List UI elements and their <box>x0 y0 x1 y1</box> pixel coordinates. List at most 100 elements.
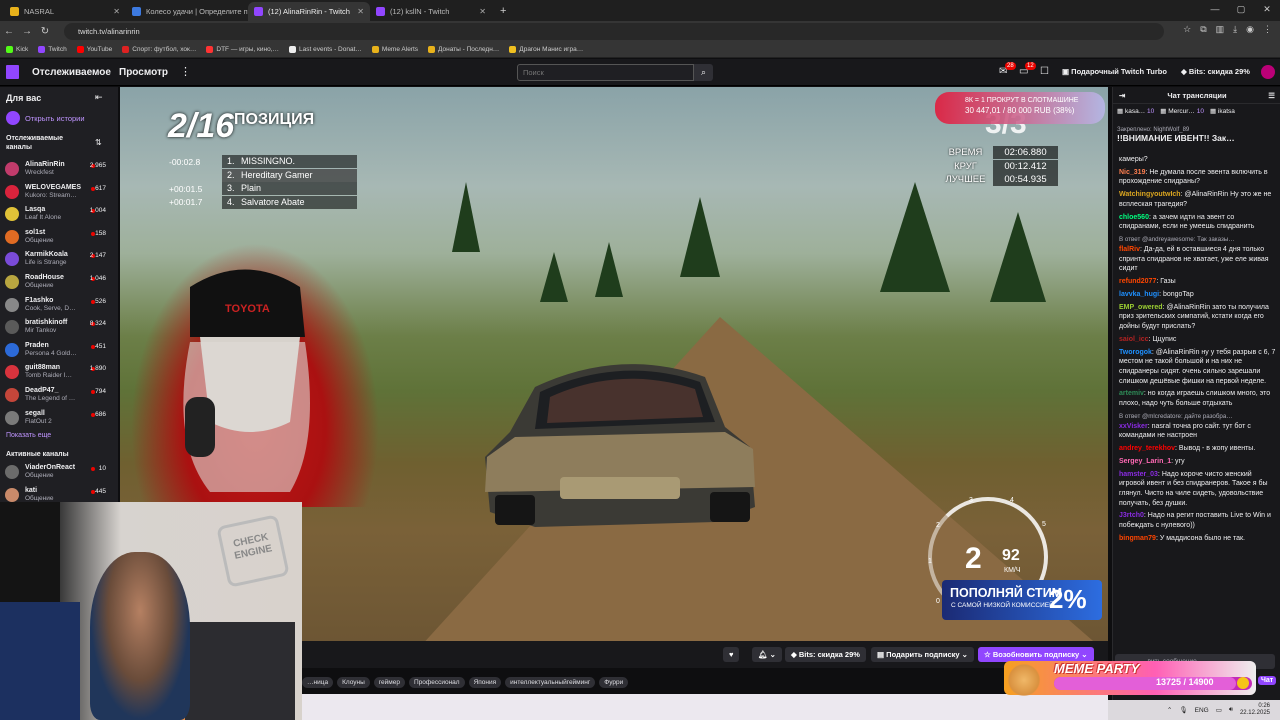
sidebar-channel[interactable]: bratishkinoff Mir Tankov 8 324 <box>5 318 111 340</box>
sidepanel-icon[interactable]: ▥ <box>1216 24 1225 35</box>
gift-turbo-button[interactable]: ▣ Подарочный Twitch Turbo <box>1062 67 1167 76</box>
sidebar-channel[interactable]: KarmikKoala Life is Strange 2 147 <box>5 250 111 272</box>
chat-username[interactable]: WatchingyoutwIch <box>1119 191 1181 198</box>
open-stories-button[interactable]: Открыть истории <box>6 111 85 125</box>
show-more-link[interactable]: Показать еще <box>6 432 51 439</box>
user-avatar[interactable] <box>1261 65 1275 79</box>
browser-tab-2[interactable]: (12) AlinaRinRin - Twitch ✕ <box>248 2 370 21</box>
chat-username[interactable]: lavvka_hugi <box>1119 291 1159 298</box>
sidebar-channel[interactable]: guit88man Tomb Raider I… 1 890 <box>5 363 111 385</box>
bookmark-item[interactable]: YouTube <box>76 46 112 53</box>
minimize-icon[interactable]: — <box>1202 0 1228 21</box>
chat-message[interactable]: chloe560: а зачем идти на эвент со спидр… <box>1119 213 1277 232</box>
back-icon[interactable]: ← <box>0 26 18 37</box>
search-input[interactable] <box>517 64 694 81</box>
chat-message[interactable]: В ответ @andreyawesome: Так заказы… flalR… <box>1119 235 1277 273</box>
resubscribe-button[interactable]: ☆ Возобновить подписку ⌄ <box>978 647 1094 662</box>
chat-message[interactable]: andrey_terekhov: Вывод - в жопу ивенты. <box>1119 444 1277 454</box>
chat-username[interactable]: xxVisker <box>1119 423 1148 430</box>
bookmark-item[interactable]: Драгон Манис игра… <box>509 46 583 53</box>
nav-following[interactable]: Отслеживаемое <box>32 67 111 78</box>
volume-icon[interactable]: 🔊︎ <box>1229 706 1233 714</box>
chat-message[interactable]: hamster_03: Надо короче чисто женский иг… <box>1119 470 1277 508</box>
tab-close-icon[interactable]: ✕ <box>479 7 486 16</box>
stream-tag[interactable]: Япония <box>468 676 502 688</box>
gift-sub-button[interactable]: ▤ Подарить подписку ⌄ <box>871 647 974 662</box>
tab-close-icon[interactable]: ✕ <box>113 7 120 16</box>
collapse-sidebar-icon[interactable]: ⇤ <box>95 92 103 103</box>
collapse-chat-icon[interactable]: ⇥ <box>1119 87 1125 104</box>
bookmark-item[interactable]: Meme Alerts <box>371 46 418 53</box>
sidebar-channel[interactable]: segall FlatOut 2 686 <box>5 409 111 431</box>
language-indicator[interactable]: ENG <box>1195 707 1209 714</box>
tab-close-icon[interactable]: ✕ <box>357 7 364 16</box>
bookmark-item[interactable]: Спорт: футбол, хок… <box>122 46 196 53</box>
get-bits-button[interactable]: ◆ Bits: скидка 29% <box>1181 67 1250 76</box>
browser-tab-1[interactable]: Колесо удачи | Определите п…✕ <box>126 2 248 21</box>
profile-icon[interactable]: ◉ <box>1246 24 1254 35</box>
chat-message[interactable]: lavvka_hugi: bongoTap <box>1119 290 1277 300</box>
chat-username[interactable]: saiol_icc <box>1119 336 1149 343</box>
gifter-item[interactable]: ▦ ikatsa <box>1210 107 1235 115</box>
stream-tag[interactable]: Клоуны <box>337 676 370 688</box>
new-tab-button[interactable]: + <box>492 2 514 21</box>
chat-message[interactable]: Tworogok: @AlinaRinRin ну у тебя разрыв … <box>1119 348 1277 386</box>
chat-message[interactable]: refund2077: Газы <box>1119 277 1277 287</box>
twitch-logo-icon[interactable] <box>6 65 19 79</box>
sidebar-active-channel[interactable]: ViaderOnReact Общение 10 <box>5 463 111 485</box>
browser-tab-3[interactable]: (12) ksllN - Twitch ✕ <box>370 2 492 21</box>
stream-tag[interactable]: геймер <box>373 676 405 688</box>
reload-icon[interactable]: ↻ <box>36 26 54 37</box>
chat-username[interactable]: hamster_03 <box>1119 471 1158 478</box>
chat-message[interactable]: Sergey_Larin_1: угу <box>1119 457 1277 467</box>
bits-discount-button[interactable]: ◆ Bits: скидка 29% <box>785 647 866 662</box>
maximize-icon[interactable]: ▢ <box>1228 0 1254 21</box>
mic-icon[interactable]: 🎙︎ <box>1179 706 1187 714</box>
chat-username[interactable]: flalRiv <box>1119 246 1140 253</box>
close-window-icon[interactable]: ✕ <box>1254 0 1280 21</box>
bookmark-star-icon[interactable]: ☆ <box>1183 24 1191 35</box>
forward-icon[interactable]: → <box>18 26 36 37</box>
sidebar-channel[interactable]: Lasqa Leaf It Alone 1 004 <box>5 205 111 227</box>
extensions-icon[interactable]: ⧉ <box>1200 24 1206 35</box>
chat-users-icon[interactable]: ☰ <box>1268 87 1275 104</box>
chat-username[interactable]: artemiv <box>1119 390 1144 397</box>
chat-message[interactable]: saiol_icc: Ццупис <box>1119 335 1277 345</box>
sidebar-channel[interactable]: F1ashko Cook, Serve, D… 526 <box>5 296 111 318</box>
stream-tag[interactable]: Фурри <box>599 676 629 688</box>
bookmark-item[interactable]: DTF — игры, кино,… <box>206 46 279 53</box>
sidebar-channel[interactable]: DeadP47_ The Legend of … 794 <box>5 386 111 408</box>
follow-heart-button[interactable]: ♥ <box>723 647 740 662</box>
browser-tab-0[interactable]: NASRAL ✕ <box>4 2 126 21</box>
chat-message[interactable]: EMP_owered: @AlinaRinRin зато ты получил… <box>1119 303 1277 332</box>
sidebar-channel[interactable]: Praden Persona 4 Gold… 451 <box>5 341 111 363</box>
chat-send-button[interactable]: Чат <box>1258 676 1277 685</box>
chat-message[interactable]: artemiv: но когда играешь слишком много,… <box>1119 389 1277 408</box>
chat-message[interactable]: камеры? <box>1119 155 1277 165</box>
chat-message[interactable]: Nic_319: Не думала после эвента включить… <box>1119 168 1277 187</box>
whispers-icon[interactable]: ☐ <box>1040 66 1049 77</box>
chat-message[interactable]: bingman79: У маддисона было не так. <box>1119 534 1277 544</box>
chat-username[interactable]: bingman79 <box>1119 535 1156 542</box>
pinned-message[interactable]: Закреплено: NightWolf_89 !!ВНИМАНИЕ ИВЕН… <box>1117 127 1277 157</box>
stream-tag[interactable]: …ница <box>302 676 334 688</box>
chat-username[interactable]: Sergey_Larin_1 <box>1119 458 1171 465</box>
browser-menu-icon[interactable]: ⋮ <box>1263 24 1272 35</box>
download-icon[interactable]: ⤓ <box>1233 24 1237 35</box>
search-icon[interactable]: ⌕ <box>694 64 713 81</box>
chat-username[interactable]: J3rtch0 <box>1119 512 1144 519</box>
bookmark-item[interactable]: Донаты - Последн… <box>428 46 499 53</box>
tray-chevron-icon[interactable]: ⌃ <box>1167 706 1172 714</box>
bookmark-item[interactable]: Last events - Donat… <box>289 46 362 53</box>
nav-browse[interactable]: Просмотр <box>119 67 168 78</box>
chat-username[interactable]: andrey_terekhov <box>1119 445 1175 452</box>
stream-tag[interactable]: Профессионал <box>408 676 465 688</box>
sidebar-channel[interactable]: sol1st Общение 158 <box>5 228 111 250</box>
gifter-item[interactable]: ▦ Mercur… 10 <box>1160 107 1204 115</box>
nav-more-icon[interactable]: ⋮ <box>180 65 191 78</box>
sidebar-channel[interactable]: WELOVEGAMES Kukoro: Stream… 617 <box>5 183 111 205</box>
chat-username[interactable]: chloe560 <box>1119 214 1149 221</box>
gifter-item[interactable]: ▦ kasa… 10 <box>1117 107 1154 115</box>
sort-icon[interactable]: ⇅ <box>95 138 102 147</box>
chat-message[interactable]: J3rtch0: Надо на регит поставить Live to… <box>1119 511 1277 530</box>
